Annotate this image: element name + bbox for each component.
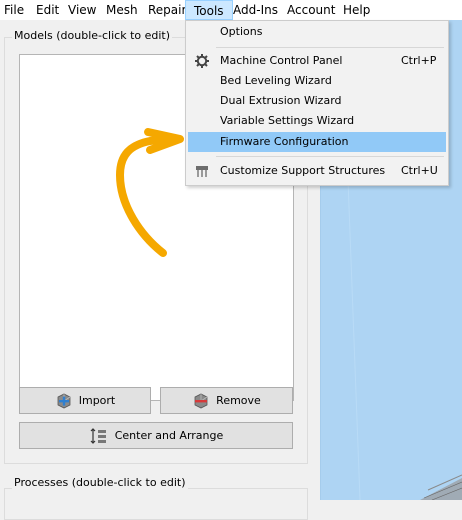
menu-edit[interactable]: Edit xyxy=(36,0,59,20)
import-button[interactable]: Import xyxy=(19,387,151,414)
menu-item-dual-extrusion-wizard[interactable]: Dual Extrusion Wizard xyxy=(188,91,446,111)
processes-group xyxy=(4,488,308,520)
menu-bar: File Edit View Mesh Repair Tools Add-Ins… xyxy=(0,0,462,20)
menu-help[interactable]: Help xyxy=(343,0,370,20)
machine-control-panel-label: Machine Control Panel xyxy=(220,54,343,67)
menu-item-options[interactable]: Options xyxy=(188,22,446,42)
center-arrange-button[interactable]: Center and Arrange xyxy=(19,422,293,449)
menu-item-bed-leveling-wizard[interactable]: Bed Leveling Wizard xyxy=(188,71,446,91)
variable-settings-wizard-label: Variable Settings Wizard xyxy=(220,114,355,127)
gear-icon xyxy=(195,54,209,68)
menu-add-ins[interactable]: Add-Ins xyxy=(233,0,278,20)
menu-separator xyxy=(216,47,444,48)
customize-support-structures-label: Customize Support Structures xyxy=(220,164,386,177)
bed-leveling-wizard-label: Bed Leveling Wizard xyxy=(220,74,332,87)
models-group-title: Models (double-click to edit) xyxy=(12,29,173,42)
menu-file[interactable]: File xyxy=(4,0,24,20)
support-structures-icon xyxy=(196,166,208,177)
remove-icon xyxy=(194,393,208,408)
center-arrange-label: Center and Arrange xyxy=(114,429,224,442)
firmware-configuration-label: Firmware Configuration xyxy=(220,135,349,148)
options-label: Options xyxy=(220,25,263,38)
menu-item-variable-settings-wizard[interactable]: Variable Settings Wizard xyxy=(188,111,446,131)
tools-dropdown: Options Machine Control Panel Ctrl+P Bed… xyxy=(185,20,449,186)
menu-item-customize-support-structures[interactable]: Customize Support Structures Ctrl+U xyxy=(188,161,446,181)
remove-button[interactable]: Remove xyxy=(160,387,293,414)
menu-mesh[interactable]: Mesh xyxy=(106,0,138,20)
menu-separator xyxy=(216,156,444,157)
customize-support-structures-shortcut: Ctrl+U xyxy=(401,164,438,177)
machine-control-panel-shortcut: Ctrl+P xyxy=(401,54,437,67)
menu-tools[interactable]: Tools xyxy=(185,0,233,20)
import-label: Import xyxy=(78,394,116,407)
menu-view[interactable]: View xyxy=(68,0,96,20)
center-arrange-icon xyxy=(90,427,106,444)
processes-group-title: Processes (double-click to edit) xyxy=(12,476,188,489)
menu-repair[interactable]: Repair xyxy=(148,0,186,20)
dual-extrusion-wizard-label: Dual Extrusion Wizard xyxy=(220,94,342,107)
menu-item-machine-control-panel[interactable]: Machine Control Panel Ctrl+P xyxy=(188,51,446,71)
menu-item-firmware-configuration[interactable]: Firmware Configuration xyxy=(188,132,446,152)
menu-account[interactable]: Account xyxy=(287,0,335,20)
remove-label: Remove xyxy=(216,394,261,407)
import-icon xyxy=(57,393,71,408)
